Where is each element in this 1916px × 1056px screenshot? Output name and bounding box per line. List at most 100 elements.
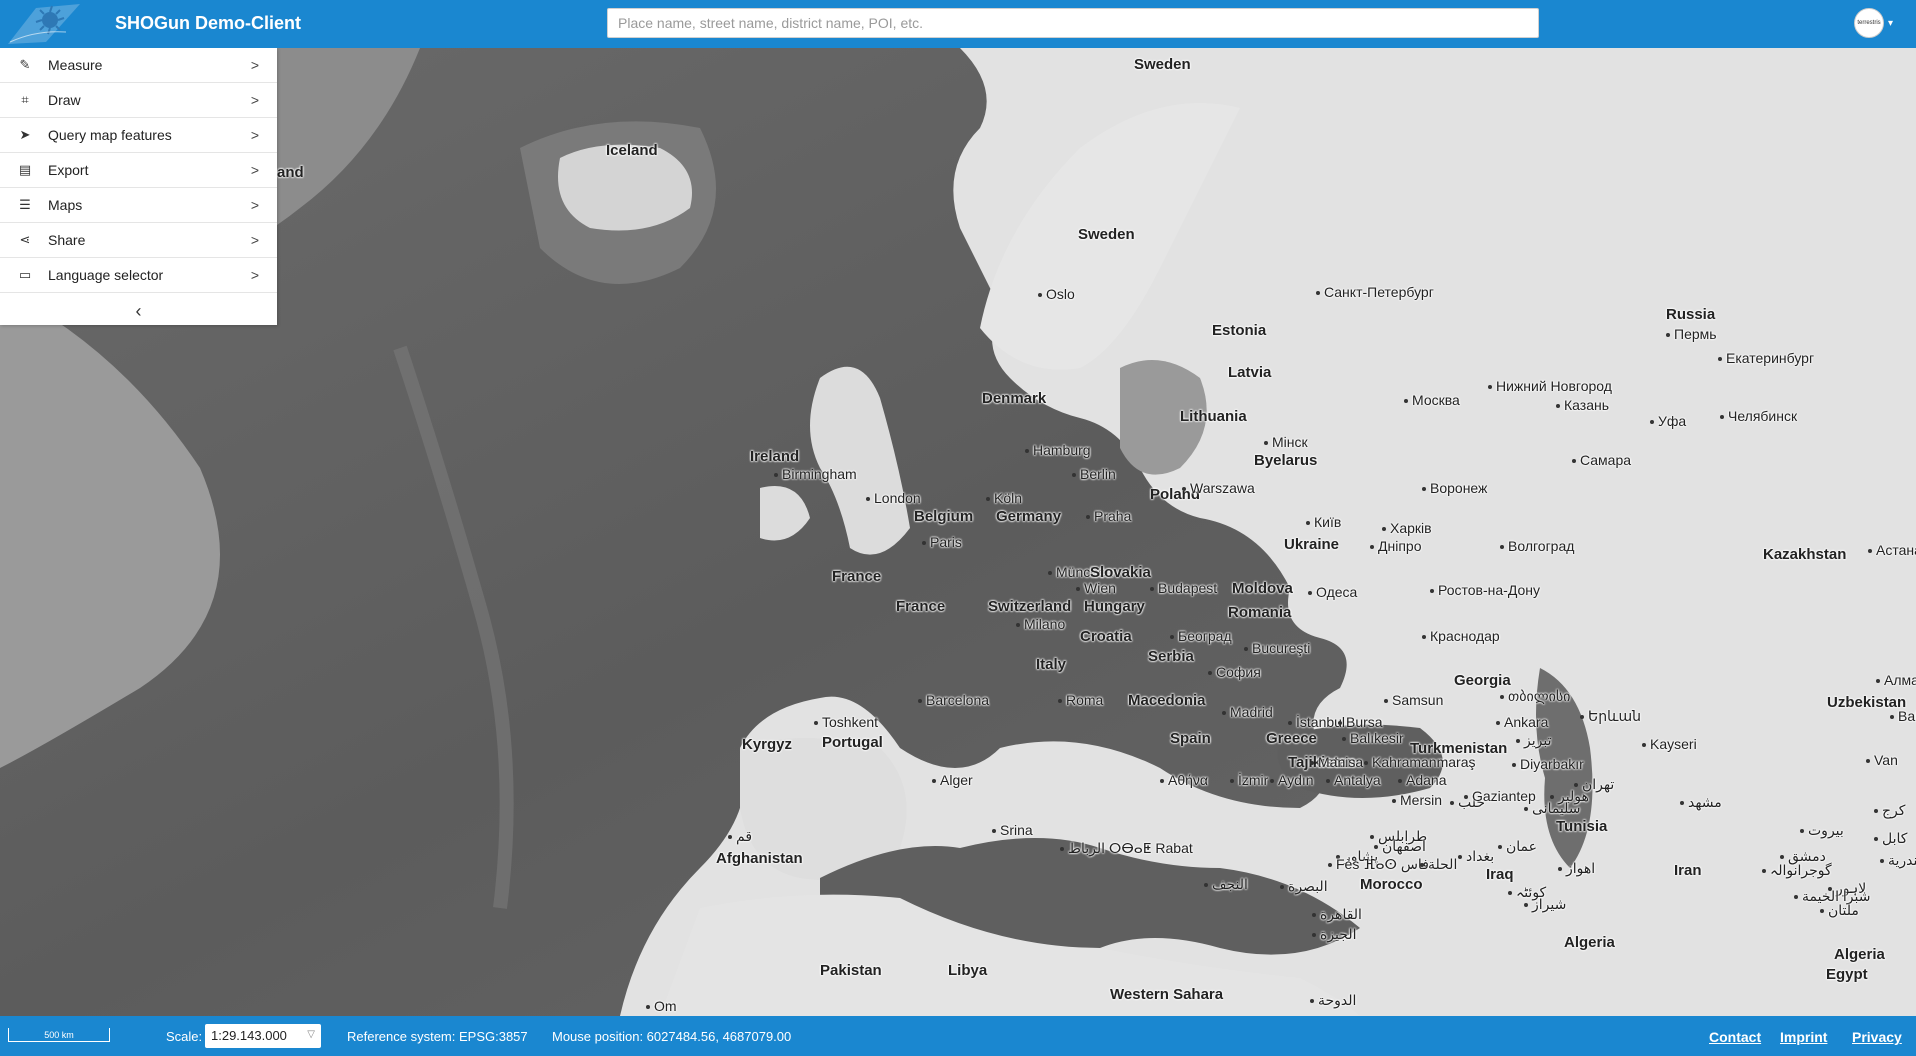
- menu-item-label: Measure: [48, 57, 103, 73]
- privacy-link[interactable]: Privacy: [1852, 1029, 1902, 1045]
- map-country-label: Afghanistan: [716, 850, 803, 867]
- search-input[interactable]: [607, 8, 1539, 38]
- map-city-label: الدوحة: [1310, 992, 1356, 1009]
- map-city-label: София: [1208, 664, 1261, 680]
- map-city-label: گوجرانوالہ: [1762, 862, 1832, 879]
- map-country-label: Iran: [1674, 862, 1702, 879]
- layers-icon: ☰: [19, 197, 31, 212]
- map-city-label: Дніпро: [1370, 538, 1421, 554]
- map-city-label: Wien: [1076, 580, 1116, 596]
- map-city-label: تهران: [1574, 776, 1614, 793]
- map-country-label: Western Sahara: [1110, 986, 1224, 1003]
- map-city-label: Toshkent: [814, 714, 878, 730]
- shogun-logo-icon[interactable]: [6, 2, 82, 46]
- map-city-label: Одеса: [1308, 584, 1357, 600]
- map-country-label: Egypt: [1826, 966, 1868, 983]
- menu-item-language-selector[interactable]: ▭ Language selector >: [0, 258, 277, 293]
- map-city-label: Alger: [932, 772, 973, 788]
- map-city-label: Алма: [1876, 672, 1916, 688]
- map-country-label: Germany: [996, 508, 1062, 525]
- map-country-label: Kyrgyz: [742, 736, 793, 753]
- map-city-label: Краснодар: [1422, 628, 1500, 644]
- menu-item-maps[interactable]: ☰ Maps >: [0, 188, 277, 223]
- map-city-label: Roma: [1058, 692, 1103, 708]
- map-country-label: Georgia: [1454, 672, 1511, 689]
- map-city-label: سليمانی: [1524, 800, 1581, 817]
- map-city-label: Москва: [1404, 392, 1460, 408]
- map-city-label: თბილისი: [1500, 688, 1570, 705]
- map-country-label: Pakistan: [820, 962, 882, 979]
- map-city-label: Београд: [1170, 628, 1232, 644]
- map-city-label: Hamburg: [1025, 442, 1091, 458]
- contact-link[interactable]: Contact: [1709, 1029, 1761, 1045]
- map-country-label: Algeria: [1564, 934, 1615, 951]
- map-city-label: Adana: [1398, 772, 1446, 788]
- map-city-label: Birmingham: [774, 466, 857, 482]
- menu-item-label: Language selector: [48, 267, 164, 283]
- map-city-label: Екатеринбург: [1718, 350, 1814, 366]
- map-view[interactable]: SwedenIcelandandNorwaySwedenOsloСанкт-Пе…: [0, 48, 1916, 1016]
- map-country-label: Ireland: [750, 448, 800, 465]
- chevron-down-icon[interactable]: ▾: [1888, 18, 1893, 29]
- collapse-menu-button[interactable]: ‹: [0, 293, 277, 329]
- menu-item-query-map-features[interactable]: ➤ Query map features >: [0, 118, 277, 153]
- map-city-label: بغداد: [1458, 848, 1494, 865]
- avatar-text: terrestris: [1857, 20, 1881, 26]
- map-country-label: Kazakhstan: [1763, 546, 1847, 563]
- menu-item-label: Query map features: [48, 127, 172, 143]
- map-country-label: Libya: [948, 962, 988, 979]
- map-city-label: Пермь: [1666, 326, 1717, 342]
- map-city-label: Ankara: [1496, 714, 1548, 730]
- map-country-label: Romania: [1228, 604, 1292, 621]
- menu-item-share[interactable]: ⋖ Share >: [0, 223, 277, 258]
- map-city-label: Челябинск: [1720, 408, 1797, 424]
- imprint-link[interactable]: Imprint: [1780, 1029, 1827, 1045]
- map-city-label: Нижний Новгород: [1488, 378, 1612, 394]
- map-city-label: القاهرة: [1312, 906, 1362, 923]
- map-city-label: Samsun: [1384, 692, 1443, 708]
- map-city-label: اصفهان: [1374, 838, 1426, 855]
- map-city-label: İzmir: [1230, 772, 1268, 788]
- scale-select[interactable]: 1:29.143.000 ▽: [205, 1024, 321, 1048]
- cursor-icon: ➤: [19, 127, 31, 142]
- map-country-label: Ukraine: [1284, 536, 1340, 553]
- map-country-label: France: [832, 568, 882, 585]
- map-city-label: الإسكندرية: [1880, 852, 1916, 869]
- map-city-label: البصرة: [1280, 878, 1328, 895]
- map-country-label: Macedonia: [1128, 692, 1206, 709]
- map-city-label: کابل: [1874, 830, 1907, 847]
- chevron-down-icon: ▽: [307, 1029, 315, 1040]
- share-icon: ⋖: [19, 232, 31, 247]
- map-country-label: Estonia: [1212, 322, 1267, 339]
- tool-menu: ✎ Measure > ⌗ Draw > ➤ Query map feature…: [0, 48, 277, 325]
- map-city-label: Санкт-Петербург: [1316, 284, 1434, 300]
- map-city-label: Balıkesir: [1342, 730, 1404, 746]
- map-country-label: Spain: [1170, 730, 1211, 747]
- map-country-label: Sweden: [1134, 56, 1191, 73]
- map-country-label: Iraq: [1486, 866, 1514, 883]
- map-country-label: Switzerland: [988, 598, 1072, 615]
- map-city-label: Самара: [1572, 452, 1631, 468]
- map-country-label: Morocco: [1360, 876, 1423, 893]
- avatar[interactable]: terrestris: [1854, 8, 1884, 38]
- map-city-label: Diyarbakır: [1512, 756, 1584, 772]
- map-city-label: عمان: [1498, 838, 1537, 855]
- menu-item-label: Maps: [48, 197, 83, 213]
- map-city-label: Київ: [1306, 514, 1341, 530]
- chevron-right-icon: >: [250, 232, 259, 248]
- map-city-label: الرباط ⵔⴱⴰⵟ Rabat: [1060, 840, 1193, 857]
- user-menu[interactable]: terrestris ▾: [1854, 8, 1902, 38]
- map-city-label: مشهد: [1680, 794, 1722, 811]
- menu-item-measure[interactable]: ✎ Measure >: [0, 48, 277, 83]
- menu-item-export[interactable]: ▤ Export >: [0, 153, 277, 188]
- map-city-label: الحلة: [1420, 856, 1457, 873]
- map-city-label: Aydın: [1270, 772, 1314, 788]
- map-city-label: Budapest: [1150, 580, 1217, 596]
- menu-item-draw[interactable]: ⌗ Draw >: [0, 83, 277, 118]
- map-city-label: النجف: [1204, 876, 1248, 893]
- menu-item-label: Draw: [48, 92, 81, 108]
- scale-label: Scale:: [166, 1029, 203, 1044]
- scale-line-label: 500 km: [44, 1030, 74, 1040]
- map-city-label: Bakı: [1890, 708, 1916, 724]
- map-city-label: Уфа: [1650, 413, 1686, 429]
